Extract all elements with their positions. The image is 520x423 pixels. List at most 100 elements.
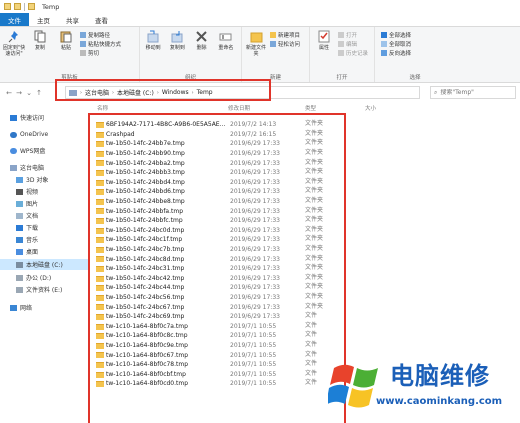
file-name: tw-1b50-14fc-24bbfc.tmp	[106, 217, 183, 225]
watermark-url: www.caominkang.com	[376, 396, 503, 407]
new-folder-icon	[250, 32, 262, 43]
quick-save-icon[interactable]	[4, 3, 11, 10]
search-box[interactable]: ⌕	[430, 86, 516, 99]
folder-icon	[96, 266, 104, 272]
select-none-button[interactable]: 全部取消	[381, 39, 411, 48]
search-input[interactable]	[440, 89, 511, 96]
sidebar-item-network[interactable]: 网络	[10, 302, 32, 313]
sidebar-item-3d-objects[interactable]: 3D 对象	[16, 174, 48, 185]
window-title: Temp	[42, 2, 60, 11]
file-date: 2019/7/1 10:55	[230, 351, 277, 359]
video-icon	[16, 188, 23, 195]
ribbon-tabs: 文件 主页 共享 查看	[0, 13, 520, 27]
sidebar-item-desktop[interactable]: 桌面	[16, 246, 38, 257]
drive-icon	[16, 261, 23, 268]
file-date: 2019/6/29 17:33	[230, 226, 280, 234]
sidebar-item-wps-cloud[interactable]: WPS网盘	[10, 145, 45, 156]
sidebar-item-music[interactable]: 音乐	[16, 234, 38, 245]
clipboard-group: 固定到"快速访问" 复制 粘贴 复制路径 粘贴快捷方式 剪切 剪贴板	[0, 27, 140, 82]
file-date: 2019/6/29 17:33	[230, 188, 280, 196]
file-date: 2019/6/29 17:33	[230, 246, 280, 254]
file-type: 文件	[305, 379, 318, 387]
file-type: 文件夹	[305, 235, 324, 243]
sidebar-item-onedrive[interactable]: OneDrive	[10, 129, 48, 140]
folder-icon	[96, 237, 104, 244]
document-icon	[16, 212, 23, 219]
folder-icon	[96, 333, 104, 340]
sidebar-item-videos[interactable]: 视频	[16, 186, 38, 197]
folder-icon	[96, 275, 104, 282]
up-arrow-icon[interactable]: ↑	[34, 89, 44, 97]
tab-home[interactable]: 主页	[29, 13, 58, 26]
edit-button[interactable]: 编辑	[338, 39, 368, 48]
quick-properties-icon[interactable]	[14, 3, 21, 10]
column-header-size[interactable]: 大小	[365, 104, 376, 114]
paste-icon	[60, 31, 71, 43]
select-all-button[interactable]: 全部选择	[381, 30, 411, 39]
folder-icon	[96, 381, 104, 388]
file-name: tw-1c10-1a64-8bf0c8c.tmp	[106, 332, 188, 340]
select-none-icon	[381, 40, 387, 47]
new-item-button[interactable]: 新建项目	[270, 30, 300, 39]
history-button[interactable]: 历史记录	[338, 48, 368, 57]
paste-shortcut-button[interactable]: 粘贴快捷方式	[80, 39, 121, 48]
file-name: tw-1b50-14fc-24bba2.tmp	[106, 159, 185, 167]
file-name: tw-1b50-14fc-24bc69.tmp	[106, 313, 185, 321]
sidebar-item-downloads[interactable]: 下载	[16, 222, 38, 233]
file-type: 文件	[305, 312, 318, 320]
star-icon	[10, 114, 17, 121]
file-type: 文件夹	[305, 177, 324, 185]
file-type: 文件夹	[305, 149, 324, 157]
file-name: Crashpad	[106, 130, 135, 138]
file-date: 2019/6/29 17:33	[230, 150, 280, 158]
invert-selection-icon	[381, 49, 387, 56]
file-name: tw-1b50-14fc-24bc1f.tmp	[106, 236, 183, 244]
file-type: 文件夹	[305, 197, 324, 205]
sidebar-item-drive-c[interactable]: 本地磁盘 (C:)	[0, 259, 90, 270]
sidebar-item-quick-access[interactable]: 快速访问	[10, 112, 44, 123]
file-type: 文件夹	[305, 245, 324, 253]
invert-selection-button[interactable]: 反向选择	[381, 48, 411, 57]
file-date: 2019/7/1 10:55	[230, 380, 277, 388]
folder-icon	[96, 371, 104, 378]
easy-access-button[interactable]: 轻松访问	[270, 39, 300, 48]
file-type: 文件	[305, 360, 318, 368]
file-date: 2019/6/29 17:33	[230, 207, 280, 215]
tab-share[interactable]: 共享	[58, 13, 87, 26]
forward-arrow-icon[interactable]: →	[14, 89, 24, 97]
watermark-logo: 电脑维修 www.caominkang.com	[326, 352, 520, 423]
file-name: tw-1b50-14fc-24bbe8.tmp	[106, 198, 185, 206]
file-date: 2019/6/29 17:33	[230, 294, 280, 302]
sidebar-item-documents[interactable]: 文档	[16, 210, 38, 221]
recent-chevron-down-icon[interactable]: ⌄	[24, 89, 34, 97]
new-item-icon	[270, 31, 276, 38]
scissors-icon	[80, 49, 86, 56]
sidebar-item-this-pc[interactable]: 这台电脑	[10, 162, 44, 173]
folder-icon	[96, 170, 104, 176]
file-name: tw-1c10-1a64-8bf0c9e.tmp	[106, 342, 188, 350]
delete-icon	[196, 31, 207, 42]
sidebar-item-drive-d[interactable]: 办公 (D:)	[16, 272, 51, 283]
file-name: tw-1c10-1a64-8bf0cbf.tmp	[106, 370, 186, 378]
file-date: 2019/6/29 17:33	[230, 169, 280, 177]
file-name: tw-1b50-14fc-24bc31.tmp	[106, 265, 185, 273]
open-button[interactable]: 打开	[338, 30, 368, 39]
folder-icon	[96, 198, 104, 205]
folder-icon	[96, 256, 104, 263]
sidebar-item-pictures[interactable]: 图片	[16, 198, 38, 209]
file-name: tw-1b50-14fc-24bc0d.tmp	[106, 226, 185, 234]
cut-button[interactable]: 剪切	[80, 48, 121, 57]
open-group: 属性 打开 编辑 历史记录 打开	[310, 27, 375, 82]
back-arrow-icon[interactable]: ←	[4, 89, 14, 97]
copy-icon	[34, 30, 45, 43]
easy-access-icon	[270, 40, 276, 47]
history-icon	[338, 49, 344, 56]
copy-path-button[interactable]: 复制路径	[80, 30, 121, 39]
tab-view[interactable]: 查看	[87, 13, 116, 26]
sidebar-item-drive-e[interactable]: 文件资料 (E:)	[16, 284, 62, 295]
file-name: tw-1b50-14fc-24bc56.tmp	[106, 294, 185, 302]
tab-file[interactable]: 文件	[0, 13, 29, 26]
properties-icon	[318, 30, 329, 43]
file-type: 文件夹	[305, 225, 324, 233]
folder-icon	[96, 122, 104, 128]
